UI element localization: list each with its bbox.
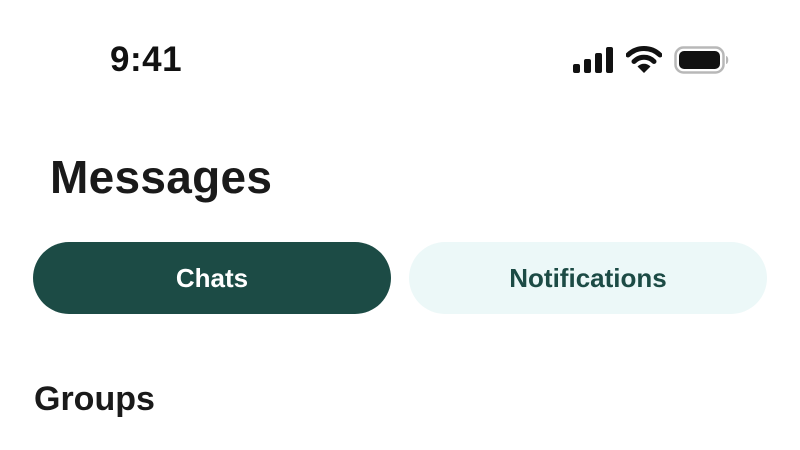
- status-icons: [572, 44, 730, 76]
- cellular-signal-icon: [573, 47, 613, 73]
- groups-heading: Groups: [34, 380, 155, 418]
- wifi-icon: [626, 46, 662, 73]
- tab-notifications[interactable]: Notifications: [409, 242, 767, 314]
- page-title: Messages: [50, 151, 273, 203]
- tab-notifications-label: Notifications: [509, 262, 667, 293]
- status-time: 9:41: [110, 40, 183, 79]
- tab-chats-label: Chats: [175, 262, 249, 293]
- tab-chats[interactable]: Chats: [33, 242, 391, 314]
- battery-icon: [674, 46, 729, 74]
- status-bar: 9:41: [0, 0, 800, 110]
